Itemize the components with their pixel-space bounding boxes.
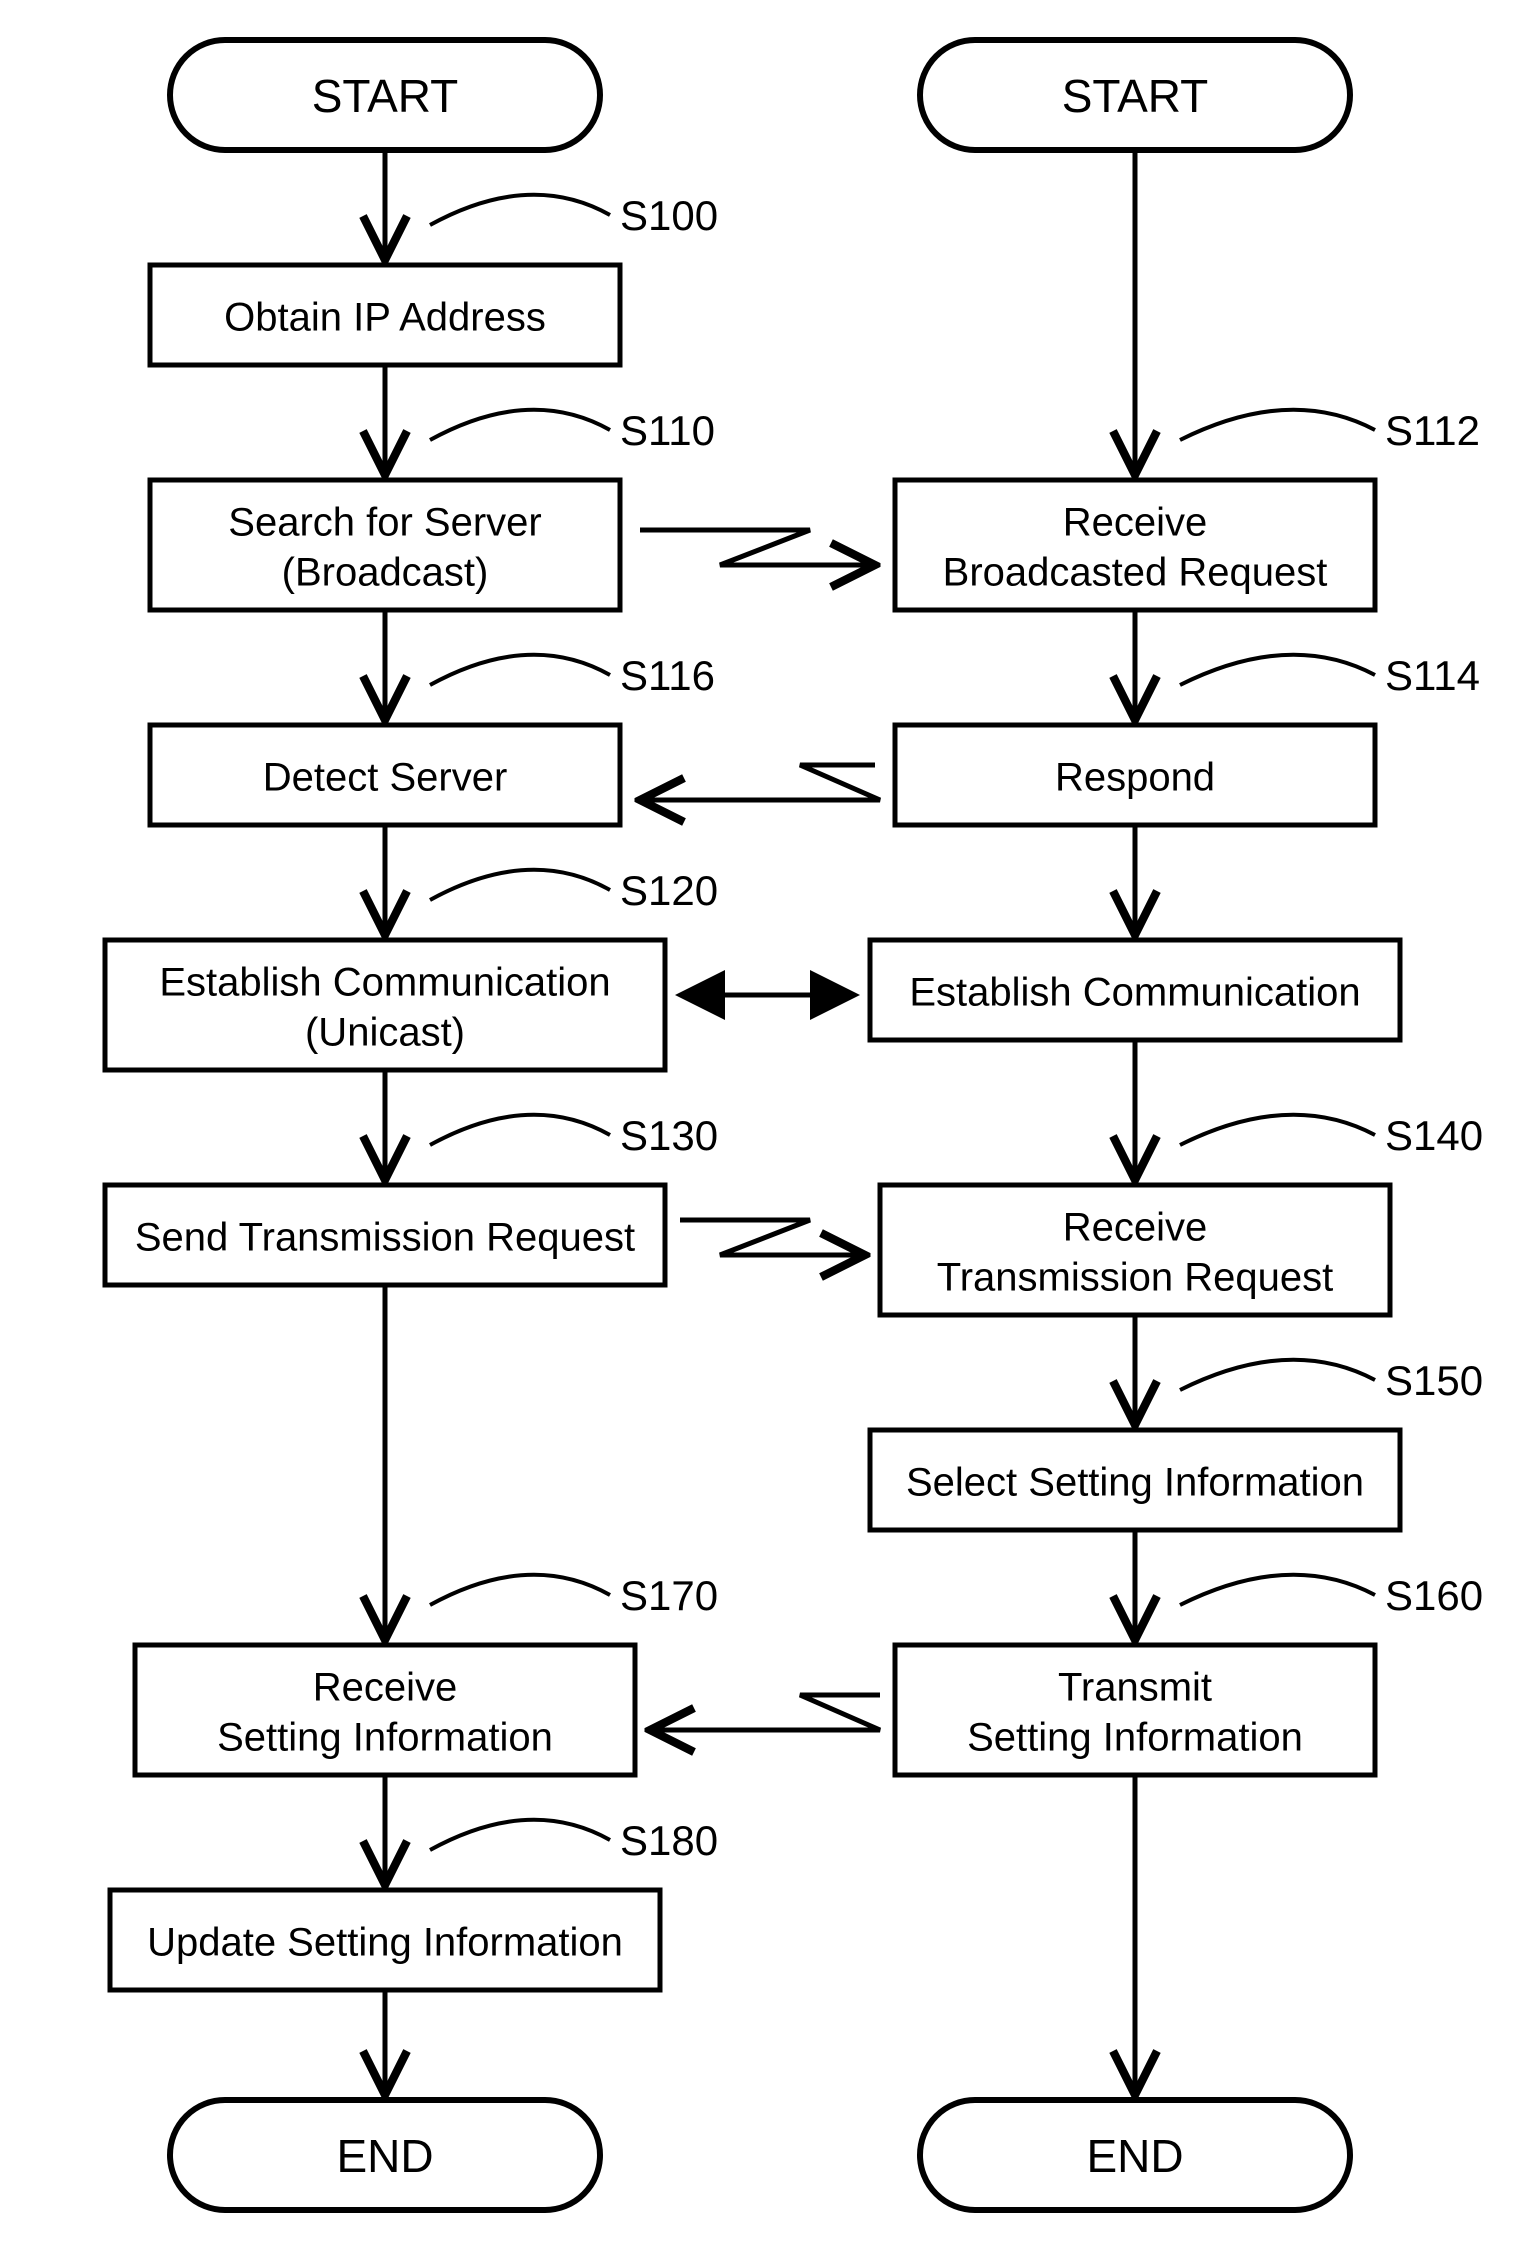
text-s120r: Establish Communication xyxy=(909,971,1360,1015)
label-s130: S130 xyxy=(620,1112,718,1159)
right-start-text: START xyxy=(1062,70,1209,122)
text-s140-l1: Receive xyxy=(1063,1206,1208,1250)
text-s112-l1: Receive xyxy=(1063,501,1208,545)
text-s160-l1: Transmit xyxy=(1058,1666,1212,1710)
text-s120-l2: (Unicast) xyxy=(305,1011,465,1055)
leader-s170 xyxy=(430,1575,610,1605)
text-s110-l1: Search for Server xyxy=(228,501,541,545)
label-s110: S110 xyxy=(620,407,715,454)
leader-s120 xyxy=(430,870,610,900)
left-column: START S100 Obtain IP Address S110 Search… xyxy=(105,40,718,2210)
label-s116: S116 xyxy=(620,652,715,699)
left-start-text: START xyxy=(312,70,459,122)
text-s170-l1: Receive xyxy=(313,1666,458,1710)
leader-s110 xyxy=(430,410,610,440)
leader-s112 xyxy=(1180,410,1375,440)
label-s160: S160 xyxy=(1385,1572,1483,1619)
left-end-text: END xyxy=(336,2130,433,2182)
text-s110-l2: (Broadcast) xyxy=(282,551,489,595)
leader-s100 xyxy=(430,195,610,225)
leader-s114 xyxy=(1180,655,1375,685)
right-end-text: END xyxy=(1086,2130,1183,2182)
label-s140: S140 xyxy=(1385,1112,1483,1159)
label-s120: S120 xyxy=(620,867,718,914)
text-s170-l2: Setting Information xyxy=(217,1716,553,1760)
label-s170: S170 xyxy=(620,1572,718,1619)
leader-s180 xyxy=(430,1820,610,1850)
text-s150: Select Setting Information xyxy=(906,1461,1364,1505)
label-s114: S114 xyxy=(1385,652,1480,699)
zig-s110-s112 xyxy=(640,530,875,565)
text-s100: Obtain IP Address xyxy=(224,296,546,340)
zig-s130-s140 xyxy=(680,1220,865,1255)
leader-s116 xyxy=(430,655,610,685)
label-s112: S112 xyxy=(1385,407,1480,454)
right-column: START S112 Receive Broadcasted Request S… xyxy=(870,40,1483,2210)
leader-s140 xyxy=(1180,1115,1375,1145)
text-s112-l2: Broadcasted Request xyxy=(943,551,1328,595)
leader-s160 xyxy=(1180,1575,1375,1605)
text-s116: Detect Server xyxy=(263,756,508,800)
leader-s150 xyxy=(1180,1360,1375,1390)
text-s180: Update Setting Information xyxy=(147,1921,623,1965)
flowchart: START S100 Obtain IP Address S110 Search… xyxy=(0,0,1522,2264)
label-s180: S180 xyxy=(620,1817,718,1864)
label-s100: S100 xyxy=(620,192,718,239)
zig-s114-s116 xyxy=(640,765,880,800)
leader-s130 xyxy=(430,1115,610,1145)
text-s160-l2: Setting Information xyxy=(967,1716,1303,1760)
label-s150: S150 xyxy=(1385,1357,1483,1404)
zig-s160-s170 xyxy=(650,1695,880,1730)
text-s120-l1: Establish Communication xyxy=(159,961,610,1005)
text-s130: Send Transmission Request xyxy=(135,1216,635,1260)
text-s114: Respond xyxy=(1055,756,1215,800)
text-s140-l2: Transmission Request xyxy=(937,1256,1333,1300)
